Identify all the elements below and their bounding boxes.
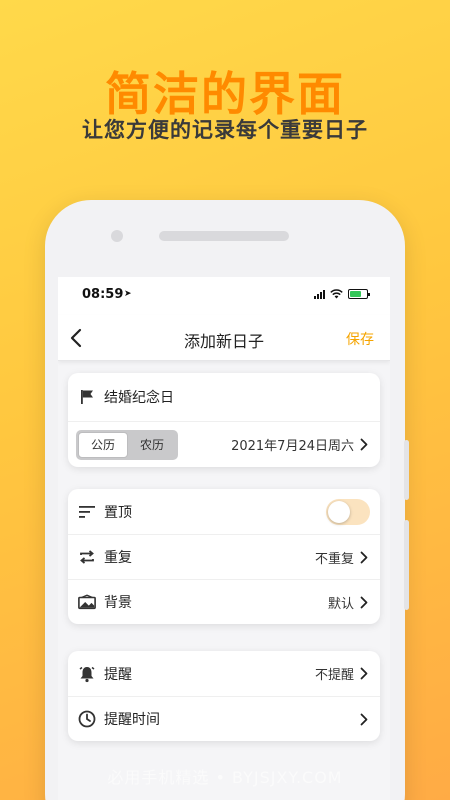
pin-toggle[interactable] [326, 498, 370, 525]
date-row: 公历 农历 2021年7月24日周六 [68, 421, 380, 467]
nav-bar: 添加新日子 保存 [58, 315, 390, 361]
phone-camera [111, 230, 123, 242]
image-icon [78, 594, 96, 610]
pin-label: 置顶 [104, 504, 132, 521]
status-bar: 08:59 ➤ [58, 277, 390, 315]
chevron-right-icon [358, 549, 370, 565]
repeat-row[interactable]: 重复 不重复 [68, 534, 380, 579]
save-button[interactable]: 保存 [346, 329, 374, 349]
status-icons [314, 289, 370, 299]
calendar-type-selector: 公历 农历 [76, 429, 178, 460]
bell-icon [78, 665, 96, 683]
chevron-right-icon [358, 594, 370, 610]
clock-icon [78, 710, 96, 728]
reminder-time-row[interactable]: 提醒时间 [68, 696, 380, 741]
calendar-option-lunar[interactable]: 农历 [128, 432, 176, 458]
reminder-time-label: 提醒时间 [104, 712, 160, 728]
repeat-icon [78, 550, 96, 564]
phone-side-button [404, 520, 409, 610]
reminder-value: 不提醒 [314, 668, 354, 683]
toggle-knob [328, 500, 350, 523]
chevron-right-icon [358, 437, 370, 453]
repeat-value: 不重复 [314, 551, 354, 567]
signal-icon [314, 289, 325, 299]
event-name-row[interactable]: 结婚纪念日 [68, 373, 380, 421]
pin-top-icon [78, 505, 96, 518]
watermark: 必用手机精选 • BYJSJXY.COM [107, 768, 343, 787]
reminder-row[interactable]: 提醒 不提醒 [68, 651, 380, 696]
battery-icon [348, 289, 370, 299]
wifi-icon [330, 289, 343, 299]
event-card: 结婚纪念日 公历 农历 2021年7月24日周六 [68, 373, 380, 467]
chevron-right-icon [358, 711, 370, 727]
background-value: 默认 [327, 596, 354, 612]
status-time: 08:59 [82, 287, 124, 302]
repeat-label: 重复 [104, 550, 132, 566]
background-label: 背景 [104, 595, 132, 611]
date-value[interactable]: 2021年7月24日周六 [231, 435, 354, 454]
promo-subtitle: 让您方便的记录每个重要日子 [82, 118, 368, 142]
location-arrow-icon: ➤ [124, 289, 132, 299]
app-screen: 08:59 ➤ 添加新日子 保存 结婚纪念日 公历 农历 2021年7月24日周… [58, 277, 390, 800]
pin-row: 置顶 [68, 489, 380, 534]
reminder-card: 提醒 不提醒 提醒时间 [68, 651, 380, 741]
event-name: 结婚纪念日 [104, 390, 174, 406]
phone-side-button [404, 440, 409, 500]
flag-icon [78, 389, 96, 405]
calendar-option-solar[interactable]: 公历 [78, 431, 128, 458]
phone-speaker [159, 231, 289, 241]
background-row[interactable]: 背景 默认 [68, 579, 380, 624]
reminder-label: 提醒 [104, 666, 132, 683]
settings-card: 置顶 重复 不重复 背景 默认 [68, 489, 380, 624]
chevron-right-icon [358, 666, 370, 682]
page-title: 添加新日子 [183, 332, 264, 351]
